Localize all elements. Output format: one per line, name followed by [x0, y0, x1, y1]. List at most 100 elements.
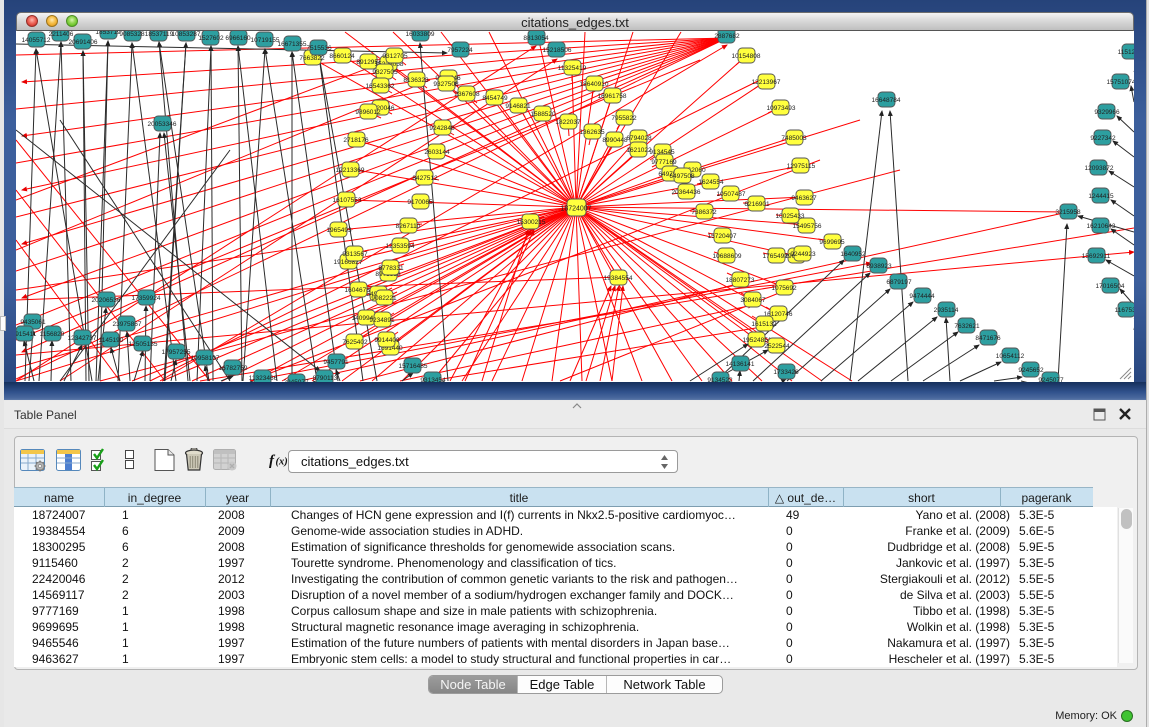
svg-text:9457791: 9457791 — [323, 359, 349, 366]
svg-text:9227342: 9227342 — [1090, 135, 1116, 142]
svg-text:7485003: 7485003 — [781, 135, 807, 142]
svg-text:15716485: 15716485 — [399, 363, 428, 370]
svg-text:9170065: 9170065 — [407, 199, 433, 206]
svg-text:16782759: 16782759 — [219, 365, 248, 372]
svg-text:10958107: 10958107 — [191, 355, 220, 362]
svg-text:2887682: 2887682 — [714, 33, 740, 40]
svg-text:(x): (x) — [276, 457, 288, 468]
svg-text:8267110: 8267110 — [396, 223, 421, 230]
svg-text:16648784: 16648784 — [872, 97, 901, 104]
svg-text:10025433: 10025433 — [776, 213, 805, 220]
svg-text:15692911: 15692911 — [1082, 253, 1111, 260]
svg-text:18724007: 18724007 — [560, 206, 591, 213]
svg-text:12505135: 12505135 — [129, 341, 158, 348]
svg-text:9312705: 9312705 — [382, 53, 408, 60]
svg-text:9327508: 9327508 — [433, 81, 459, 88]
svg-text:1615132: 1615132 — [751, 321, 777, 328]
svg-text:16033809: 16033809 — [406, 31, 435, 38]
svg-text:3084067: 3084067 — [740, 297, 766, 304]
svg-text:10154808: 10154808 — [732, 53, 761, 60]
svg-text:14136141: 14136141 — [726, 361, 755, 368]
svg-text:6879197: 6879197 — [886, 279, 912, 286]
svg-text:1151234: 1151234 — [1118, 49, 1134, 56]
svg-text:16107553: 16107553 — [333, 197, 362, 204]
svg-text:1733426: 1733426 — [773, 369, 799, 376]
svg-text:7625402: 7625402 — [342, 339, 368, 346]
svg-text:10688609: 10688609 — [713, 253, 742, 260]
svg-text:9914409: 9914409 — [374, 337, 400, 344]
svg-text:1640952: 1640952 — [840, 251, 866, 258]
svg-text:16671355: 16671355 — [278, 41, 307, 48]
svg-text:8778331: 8778331 — [378, 265, 404, 272]
svg-text:16543362: 16543362 — [366, 83, 395, 90]
svg-text:11325419: 11325419 — [558, 65, 587, 72]
svg-text:8938923: 8938923 — [866, 263, 892, 270]
svg-text:12213967: 12213967 — [752, 79, 781, 86]
svg-text:6216901: 6216901 — [744, 201, 770, 208]
svg-text:20691406: 20691406 — [69, 39, 98, 46]
svg-text:2367608: 2367608 — [454, 91, 480, 98]
svg-text:1145190: 1145190 — [99, 337, 124, 344]
svg-text:1075692: 1075692 — [771, 285, 797, 292]
svg-text:3915411: 3915411 — [16, 331, 37, 338]
svg-text:9234891: 9234891 — [369, 317, 395, 324]
svg-text:8660124: 8660124 — [329, 53, 355, 60]
svg-text:20206536: 20206536 — [92, 297, 121, 304]
svg-text:2945077: 2945077 — [283, 379, 309, 382]
svg-text:9896012: 9896012 — [355, 109, 381, 116]
svg-text:9242848: 9242848 — [429, 125, 455, 132]
svg-text:12093872: 12093872 — [1085, 165, 1114, 172]
svg-text:8427512: 8427512 — [412, 175, 438, 182]
svg-text:18640910: 18640910 — [580, 81, 609, 88]
svg-text:6497508: 6497508 — [669, 173, 695, 180]
svg-text:1527602: 1527602 — [198, 35, 224, 42]
svg-text:1156829: 1156829 — [40, 331, 65, 338]
svg-text:9085328: 9085328 — [119, 31, 145, 38]
svg-text:17016504: 17016504 — [1096, 283, 1125, 290]
svg-text:15720407: 15720407 — [708, 233, 737, 240]
svg-text:14055712: 14055712 — [22, 37, 51, 44]
svg-text:9134522: 9134522 — [707, 377, 733, 382]
svg-text:8990448: 8990448 — [602, 137, 628, 144]
svg-text:9435061: 9435061 — [20, 319, 46, 326]
svg-text:20053346: 20053346 — [148, 121, 177, 128]
svg-text:2522544: 2522544 — [764, 343, 790, 350]
svg-text:11323466: 11323466 — [249, 375, 278, 382]
svg-text:7386372: 7386372 — [691, 209, 717, 216]
svg-text:19384554: 19384554 — [604, 275, 633, 282]
svg-text:12342737: 12342737 — [68, 335, 97, 342]
svg-text:18537119: 18537119 — [145, 31, 174, 38]
svg-text:9244923: 9244923 — [790, 251, 816, 258]
svg-text:12213369: 12213369 — [336, 167, 365, 174]
svg-text:7663822: 7663822 — [299, 55, 325, 62]
svg-text:9313454: 9313454 — [420, 377, 446, 382]
svg-text:15300215: 15300215 — [517, 219, 546, 226]
svg-text:3215958: 3215958 — [1055, 209, 1081, 216]
svg-text:17957255: 17957255 — [162, 349, 191, 356]
svg-text:1244415: 1244415 — [1088, 193, 1114, 200]
svg-text:16210643: 16210643 — [1087, 223, 1116, 230]
svg-text:10853287: 10853287 — [172, 31, 201, 38]
svg-text:7632621: 7632621 — [954, 323, 980, 330]
svg-text:10719155: 10719155 — [251, 37, 280, 44]
svg-text:9245652: 9245652 — [1018, 367, 1044, 374]
svg-text:2603144: 2603144 — [424, 149, 450, 156]
svg-text:8136323: 8136323 — [403, 77, 429, 84]
svg-text:15495756: 15495756 — [793, 223, 822, 230]
svg-text:20364436: 20364436 — [672, 189, 701, 196]
svg-text:1853719: 1853719 — [95, 31, 121, 36]
svg-text:9245077: 9245077 — [1038, 377, 1064, 382]
svg-text:15218506: 15218506 — [543, 47, 572, 54]
svg-text:1624554: 1624554 — [698, 179, 724, 186]
svg-text:16961758: 16961758 — [598, 93, 627, 100]
svg-text:1167533: 1167533 — [1115, 307, 1134, 314]
svg-text:9463627: 9463627 — [791, 195, 817, 202]
svg-text:1965493: 1965493 — [326, 227, 352, 234]
svg-text:9777169: 9777169 — [651, 159, 677, 166]
svg-text:6966160: 6966160 — [225, 35, 251, 42]
svg-text:9327505: 9327505 — [372, 69, 398, 76]
svg-text:2211406: 2211406 — [49, 31, 74, 38]
svg-text:1822037: 1822037 — [555, 119, 581, 126]
svg-text:8790113: 8790113 — [313, 375, 338, 382]
svg-text:10973493: 10973493 — [767, 105, 796, 112]
